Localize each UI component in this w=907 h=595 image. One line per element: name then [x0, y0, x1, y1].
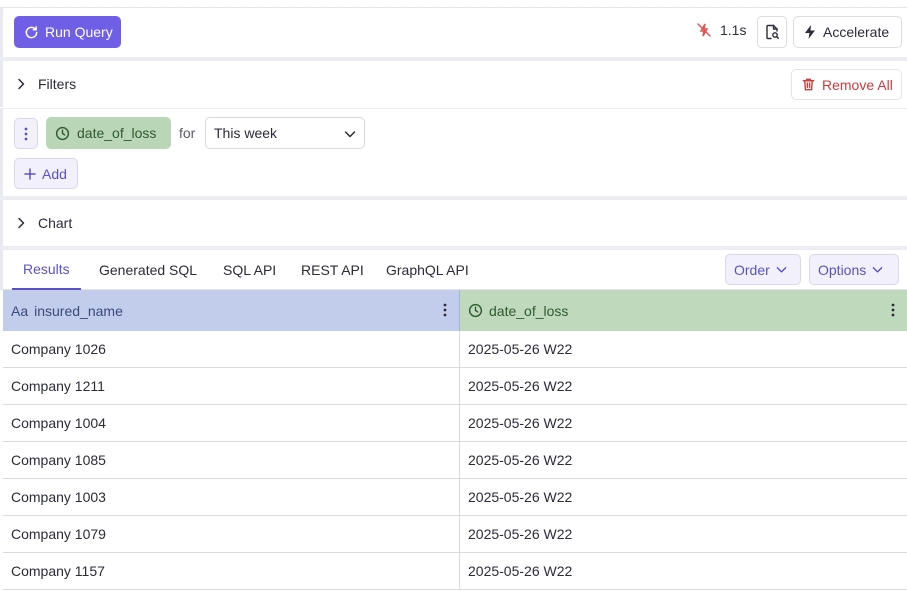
cell-insured-name[interactable]: Company 1003 — [3, 479, 460, 515]
tab-label: GraphQL API — [386, 262, 469, 278]
filter-menu-button[interactable] — [14, 118, 38, 149]
cache-off-icon — [697, 23, 711, 37]
kebab-icon — [24, 127, 28, 140]
results-table: Aa insured_name date_of_loss Company 102… — [3, 290, 907, 590]
add-filter-button[interactable]: Add — [14, 158, 78, 189]
cell-date-of-loss[interactable]: 2025-05-26 W22 — [460, 553, 907, 589]
plus-icon — [24, 167, 36, 180]
tab-label: Results — [23, 261, 70, 277]
remove-all-button[interactable]: Remove All — [791, 69, 902, 100]
column-name: insured_name — [34, 302, 123, 319]
add-filter-label: Add — [42, 165, 67, 182]
chart-section-header[interactable]: Chart — [0, 200, 907, 246]
column-name: date_of_loss — [489, 302, 569, 319]
cell-insured-name[interactable]: Company 1211 — [3, 368, 460, 404]
refresh-icon — [25, 25, 38, 38]
query-toolbar: Run Query 1.1s Accelerate — [0, 8, 907, 57]
column-menu-icon[interactable] — [891, 303, 895, 317]
string-type-icon: Aa — [11, 302, 29, 319]
table-body: Company 1026 2025-05-26 W22 Company 1211 20… — [3, 331, 907, 590]
table-row[interactable]: Company 1026 2025-05-26 W22 — [3, 331, 907, 368]
chevron-right-icon — [18, 217, 25, 229]
file-search-icon — [766, 24, 780, 40]
table-row[interactable]: Company 1157 2025-05-26 W22 — [3, 553, 907, 590]
cell-insured-name[interactable]: Company 1157 — [3, 553, 460, 589]
accelerate-button[interactable]: Accelerate — [793, 16, 902, 48]
table-row[interactable]: Company 1004 2025-05-26 W22 — [3, 405, 907, 442]
lightning-icon — [805, 25, 815, 39]
chevron-right-icon — [18, 78, 25, 90]
tab-label: SQL API — [223, 262, 277, 278]
chart-title: Chart — [38, 215, 73, 231]
timing-value: 1.1s — [720, 22, 747, 38]
cell-insured-name[interactable]: Company 1079 — [3, 516, 460, 552]
trash-icon — [802, 78, 815, 91]
tab-sql-api[interactable]: SQL API — [220, 250, 279, 290]
cell-insured-name[interactable]: Company 1085 — [3, 442, 460, 478]
table-row[interactable]: Company 1079 2025-05-26 W22 — [3, 516, 907, 553]
cell-insured-name[interactable]: Company 1004 — [3, 405, 460, 441]
chevron-down-icon — [776, 266, 787, 273]
cell-date-of-loss[interactable]: 2025-05-26 W22 — [460, 516, 907, 552]
tab-graphql-api[interactable]: GraphQL API — [383, 250, 472, 290]
chevron-down-icon — [344, 131, 356, 138]
query-timing: 1.1s — [696, 22, 746, 38]
accelerate-label: Accelerate — [823, 24, 890, 40]
table-row[interactable]: Company 1003 2025-05-26 W22 — [3, 479, 907, 516]
column-header-date-of-loss[interactable]: date_of_loss — [460, 290, 907, 331]
inspect-query-button[interactable] — [757, 16, 787, 48]
tab-label: REST API — [301, 262, 364, 278]
filter-for-label: for — [179, 125, 196, 141]
filters-panel: date_of_loss for This week Add — [0, 108, 907, 196]
remove-all-label: Remove All — [822, 76, 893, 93]
column-menu-icon[interactable] — [443, 303, 447, 317]
top-edge — [0, 0, 907, 8]
tab-results[interactable]: Results — [12, 250, 81, 290]
clock-icon — [468, 303, 483, 318]
table-row[interactable]: Company 1211 2025-05-26 W22 — [3, 368, 907, 405]
cell-date-of-loss[interactable]: 2025-05-26 W22 — [460, 331, 907, 367]
tab-rest-api[interactable]: REST API — [298, 250, 367, 290]
tab-generated-sql[interactable]: Generated SQL — [96, 250, 200, 290]
filter-member-chip[interactable]: date_of_loss — [46, 117, 171, 149]
clock-icon — [55, 126, 70, 140]
result-tabs: Results Generated SQL SQL API REST API G… — [0, 250, 907, 290]
order-label: Order — [734, 261, 770, 278]
tab-label: Generated SQL — [99, 262, 198, 278]
options-button[interactable]: Options — [809, 254, 899, 285]
date-range-select[interactable]: This week — [205, 117, 365, 149]
column-header-insured-name[interactable]: Aa insured_name — [3, 290, 460, 331]
cell-date-of-loss[interactable]: 2025-05-26 W22 — [460, 405, 907, 441]
options-label: Options — [818, 261, 867, 278]
cell-date-of-loss[interactable]: 2025-05-26 W22 — [460, 442, 907, 478]
filter-member-label: date_of_loss — [77, 125, 157, 141]
cell-date-of-loss[interactable]: 2025-05-26 W22 — [460, 479, 907, 515]
chevron-down-icon — [872, 266, 883, 273]
cell-insured-name[interactable]: Company 1026 — [3, 331, 460, 367]
filters-title: Filters — [38, 76, 77, 92]
table-row[interactable]: Company 1085 2025-05-26 W22 — [3, 442, 907, 479]
run-query-button[interactable]: Run Query — [14, 16, 121, 48]
cell-date-of-loss[interactable]: 2025-05-26 W22 — [460, 368, 907, 404]
filters-section-header[interactable]: Filters Remove All — [0, 61, 907, 107]
run-query-label: Run Query — [45, 24, 113, 40]
date-range-value: This week — [214, 125, 278, 141]
table-header: Aa insured_name date_of_loss — [3, 290, 907, 331]
order-button[interactable]: Order — [725, 254, 801, 285]
